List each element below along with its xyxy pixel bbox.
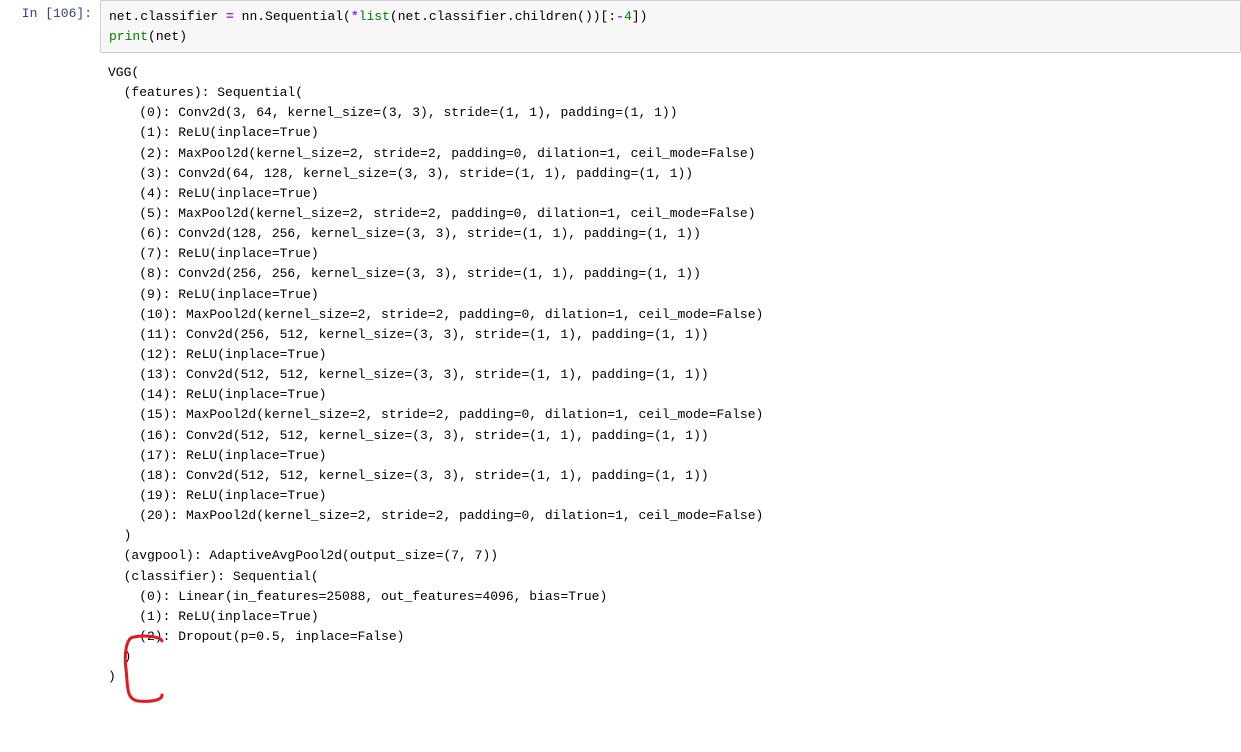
code-token: (net) (148, 29, 187, 44)
prompt-in-label: In (22, 6, 45, 21)
output-line: (12): ReLU(inplace=True) (108, 345, 1233, 365)
code-token: print (109, 29, 148, 44)
output-line: (15): MaxPool2d(kernel_size=2, stride=2,… (108, 405, 1233, 425)
code-input[interactable]: net.classifier = nn.Sequential(*list(net… (100, 0, 1241, 53)
output-line: (3): Conv2d(64, 128, kernel_size=(3, 3),… (108, 164, 1233, 184)
output-line: (7): ReLU(inplace=True) (108, 244, 1233, 264)
output-line: ) (108, 667, 1233, 687)
output-line: (6): Conv2d(128, 256, kernel_size=(3, 3)… (108, 224, 1233, 244)
output-line: (0): Linear(in_features=25088, out_featu… (108, 587, 1233, 607)
output-line: ) (108, 647, 1233, 667)
output-line: (0): Conv2d(3, 64, kernel_size=(3, 3), s… (108, 103, 1233, 123)
notebook-cell: In [106]: net.classifier = nn.Sequential… (0, 0, 1241, 752)
output-line: (classifier): Sequential( (108, 567, 1233, 587)
code-token: (net.classifier.children())[: (390, 9, 616, 24)
code-token: = (226, 9, 234, 24)
output-line: (16): Conv2d(512, 512, kernel_size=(3, 3… (108, 426, 1233, 446)
output-line: (2): MaxPool2d(kernel_size=2, stride=2, … (108, 144, 1233, 164)
code-token: 4 (624, 9, 632, 24)
prompt-in-number: [106]: (45, 6, 92, 21)
output-line: (1): ReLU(inplace=True) (108, 123, 1233, 143)
output-line: (9): ReLU(inplace=True) (108, 285, 1233, 305)
output-line: (13): Conv2d(512, 512, kernel_size=(3, 3… (108, 365, 1233, 385)
output-line: (2): Dropout(p=0.5, inplace=False) (108, 627, 1233, 647)
output-line: ) (108, 526, 1233, 546)
output-line: (11): Conv2d(256, 512, kernel_size=(3, 3… (108, 325, 1233, 345)
code-cell: In [106]: net.classifier = nn.Sequential… (0, 0, 1241, 53)
output-line: (features): Sequential( (108, 83, 1233, 103)
code-token: nn.Sequential( (234, 9, 351, 24)
stdout-output: VGG( (features): Sequential( (0): Conv2d… (100, 59, 1241, 752)
output-line: (4): ReLU(inplace=True) (108, 184, 1233, 204)
output-line: (avgpool): AdaptiveAvgPool2d(output_size… (108, 546, 1233, 566)
output-line: (20): MaxPool2d(kernel_size=2, stride=2,… (108, 506, 1233, 526)
code-token: ]) (632, 9, 648, 24)
output-line: (19): ReLU(inplace=True) (108, 486, 1233, 506)
output-line: (14): ReLU(inplace=True) (108, 385, 1233, 405)
output-line: VGG( (108, 63, 1233, 83)
output-line: (10): MaxPool2d(kernel_size=2, stride=2,… (108, 305, 1233, 325)
output-line: (8): Conv2d(256, 256, kernel_size=(3, 3)… (108, 264, 1233, 284)
output-line: (5): MaxPool2d(kernel_size=2, stride=2, … (108, 204, 1233, 224)
code-token: - (616, 9, 624, 24)
code-token: list (359, 9, 390, 24)
input-prompt: In [106]: (0, 0, 100, 21)
output-line: (1): ReLU(inplace=True) (108, 607, 1233, 627)
code-token: net.classifier (109, 9, 226, 24)
code-token: * (351, 9, 359, 24)
output-line: (17): ReLU(inplace=True) (108, 446, 1233, 466)
output-line: (18): Conv2d(512, 512, kernel_size=(3, 3… (108, 466, 1233, 486)
output-cell: VGG( (features): Sequential( (0): Conv2d… (0, 59, 1241, 752)
